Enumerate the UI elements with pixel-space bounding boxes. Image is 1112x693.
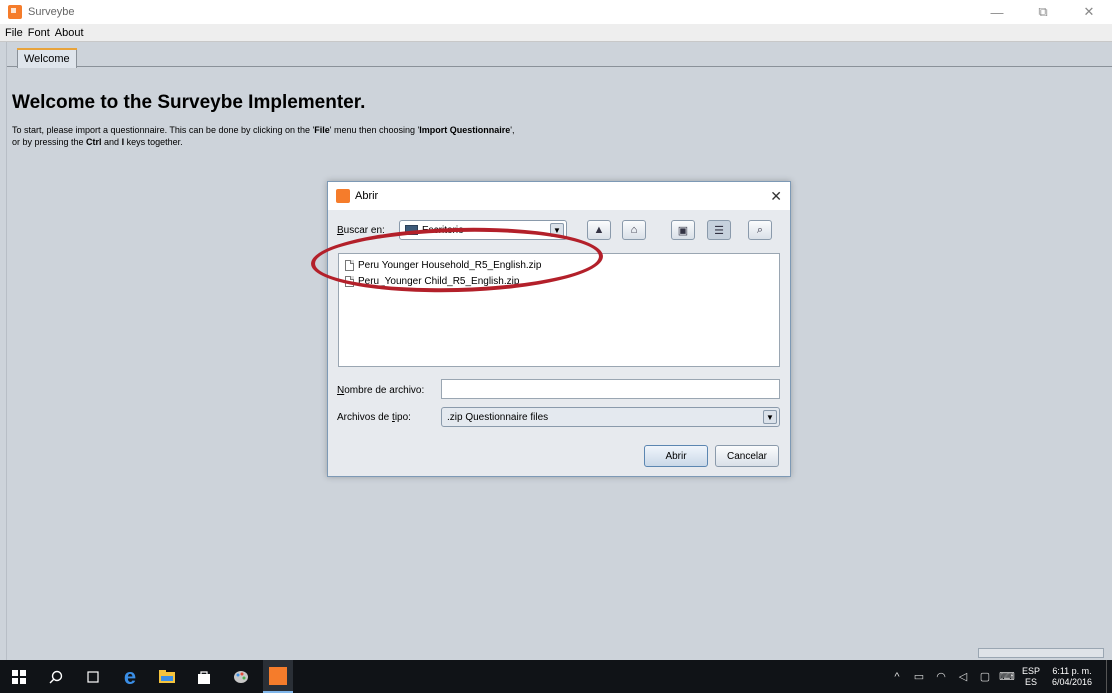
menu-bar: File Font About	[0, 24, 1112, 42]
list-view-icon: ☰	[714, 224, 724, 237]
intro-ctrl-keyword: Ctrl	[86, 137, 102, 147]
up-folder-icon: ▲	[593, 224, 605, 236]
chevron-down-icon[interactable]: ▼	[763, 410, 777, 424]
show-desktop-button[interactable]	[1106, 660, 1112, 693]
file-explorer-icon[interactable]	[152, 660, 182, 693]
welcome-heading: Welcome to the Surveybe Implementer.	[12, 92, 366, 113]
intro-text-part: and	[101, 137, 122, 147]
intro-text-part: ' menu then choosing '	[329, 125, 420, 135]
wifi-icon[interactable]: ◠	[930, 670, 952, 683]
surveybe-taskbar-icon[interactable]	[263, 660, 293, 693]
notification-icon[interactable]: ▢	[974, 670, 996, 683]
dialog-title: Abrir	[355, 190, 379, 202]
up-folder-button[interactable]: ▲	[587, 220, 611, 240]
intro-file-keyword: File	[314, 125, 330, 135]
status-progress-bar	[978, 648, 1104, 658]
file-name-label: Nombre de archivo:	[337, 385, 425, 396]
file-name-field[interactable]	[441, 379, 780, 399]
language-indicator[interactable]: ESP ES	[1018, 666, 1044, 688]
intro-text-part: keys together.	[124, 137, 183, 147]
home-button[interactable]: ⌂	[622, 220, 646, 240]
surveybe-app-icon	[8, 5, 22, 19]
keyboard-icon[interactable]: ⌨	[996, 670, 1018, 683]
battery-icon[interactable]: ▭	[908, 670, 930, 683]
dialog-close-button[interactable]: ✕	[770, 188, 782, 205]
intro-text-part: To start, please import a questionnaire.…	[12, 125, 315, 135]
minimize-button[interactable]: —	[974, 0, 1020, 24]
intro-line-1: To start, please import a questionnaire.…	[12, 124, 514, 136]
intro-text-part: ',	[510, 125, 515, 135]
clock-date: 6/04/2016	[1051, 676, 1093, 687]
intro-line-2: or by pressing the Ctrl and I keys toget…	[12, 136, 514, 148]
close-window-button[interactable]: ✕	[1066, 0, 1112, 24]
windows-start-icon[interactable]	[4, 660, 34, 693]
tab-strip: Welcome	[7, 47, 1112, 68]
list-view-button[interactable]: ☰	[707, 220, 731, 240]
system-tray: ^ ▭ ◠ ◁ ▢ ⌨ ESP ES 6:11 p. m. 6/04/2016	[886, 660, 1112, 693]
menu-font[interactable]: Font	[28, 27, 50, 39]
new-folder-icon: ▣	[677, 224, 689, 237]
details-view-button[interactable]: ⌕	[748, 220, 772, 240]
search-icon[interactable]	[41, 660, 71, 693]
intro-text-part: or by pressing the	[12, 137, 87, 147]
cancel-button[interactable]: Cancelar	[715, 445, 779, 467]
open-file-dialog: Abrir ✕ Buscar en: Escritorio ▼ ▲ ⌂ ▣ ☰ …	[327, 181, 791, 477]
menu-file[interactable]: File	[5, 27, 23, 39]
new-folder-button[interactable]: ▣	[671, 220, 695, 240]
task-view-icon[interactable]	[78, 660, 108, 693]
menu-about[interactable]: About	[55, 27, 84, 39]
window-title: Surveybe	[28, 6, 75, 18]
details-view-icon: ⌕	[756, 223, 764, 236]
language-code: ESP	[1021, 665, 1040, 676]
keyboard-layout: ES	[1024, 676, 1037, 687]
open-button[interactable]: Abrir	[644, 445, 708, 467]
intro-text: To start, please import a questionnaire.…	[12, 124, 514, 148]
tab-welcome[interactable]: Welcome	[17, 48, 77, 68]
window-controls: — ⧉ ✕	[974, 0, 1112, 24]
intro-import-keyword: Import Questionnaire	[419, 125, 511, 135]
chevron-up-icon[interactable]: ^	[886, 671, 908, 683]
edge-browser-icon[interactable]: e	[115, 660, 145, 693]
paint-icon[interactable]	[226, 660, 256, 693]
restore-button[interactable]: ⧉	[1020, 0, 1066, 24]
window-title-bar: Surveybe — ⧉ ✕	[0, 0, 1112, 24]
clock[interactable]: 6:11 p. m. 6/04/2016	[1044, 666, 1100, 688]
volume-icon[interactable]: ◁	[952, 670, 974, 683]
file-type-value: .zip Questionnaire files	[447, 411, 549, 423]
file-type-label: Archivos de tipo:	[337, 412, 411, 423]
dialog-title-bar: Abrir ✕	[328, 182, 790, 210]
surveybe-app-icon	[336, 189, 350, 203]
home-icon: ⌂	[630, 224, 638, 236]
file-type-combo[interactable]: .zip Questionnaire files ▼	[441, 407, 780, 427]
clock-time: 6:11 p. m.	[1052, 665, 1092, 676]
taskbar: e ^ ▭ ◠ ◁ ▢ ⌨ ESP ES 6:11 p. m. 6/04/201…	[0, 660, 1112, 693]
surveybe-app-icon	[269, 666, 287, 685]
store-icon[interactable]	[189, 660, 219, 693]
